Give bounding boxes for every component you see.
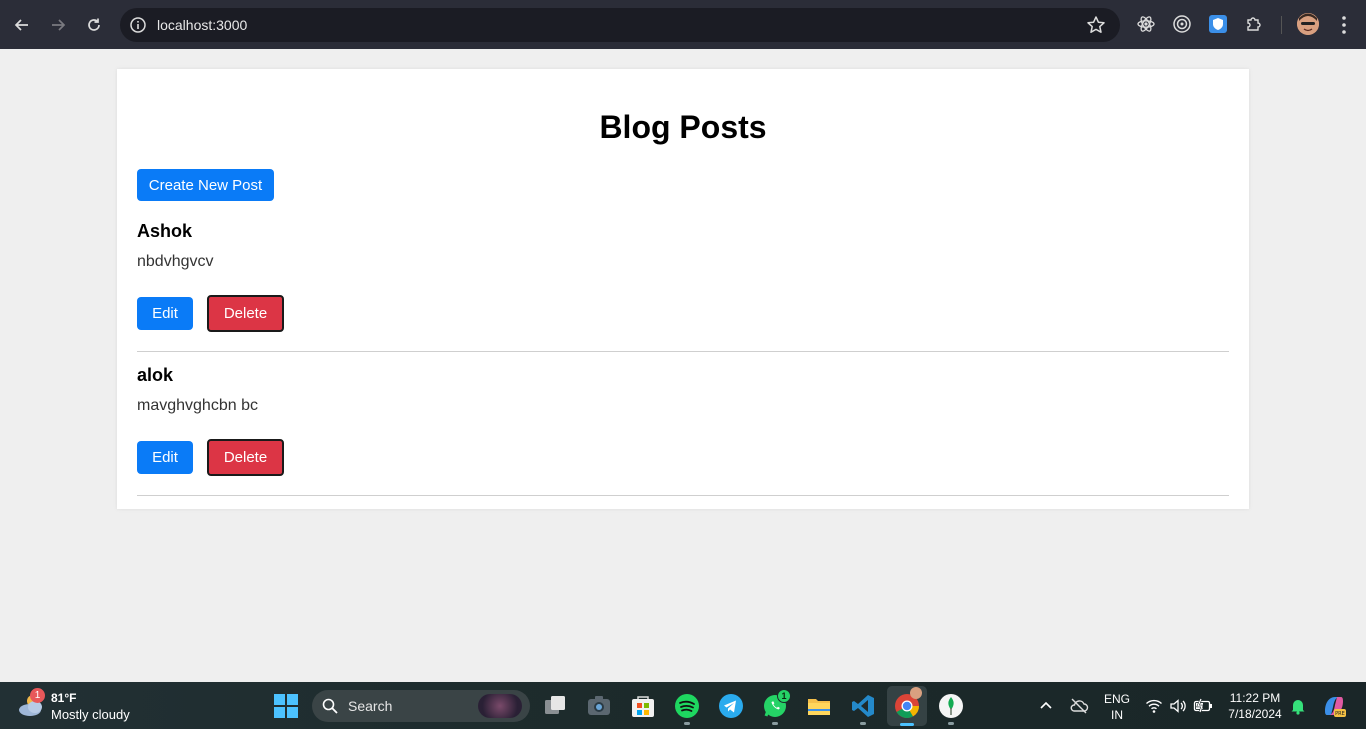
search-highlight-image bbox=[478, 694, 522, 718]
vscode-icon[interactable] bbox=[850, 693, 876, 719]
wifi-icon[interactable] bbox=[1145, 697, 1163, 715]
mongodb-running-indicator bbox=[948, 722, 954, 725]
task-view-icon[interactable] bbox=[542, 693, 568, 719]
svg-text:PRE: PRE bbox=[1335, 711, 1345, 717]
file-explorer-icon[interactable] bbox=[806, 693, 832, 719]
language-region: IN bbox=[1111, 708, 1123, 722]
profile-avatar[interactable] bbox=[1297, 13, 1319, 35]
language-code[interactable]: ENG bbox=[1099, 692, 1135, 706]
address-bar[interactable]: localhost:3000 bbox=[120, 8, 1120, 42]
post-title: Ashok bbox=[137, 221, 193, 241]
copilot-icon[interactable]: PRE bbox=[1321, 693, 1347, 719]
weather-alert-badge: 1 bbox=[30, 688, 45, 703]
bookmark-star-icon[interactable] bbox=[1086, 15, 1106, 35]
create-post-button[interactable]: Create New Post bbox=[137, 169, 274, 201]
post-title: alok bbox=[137, 365, 174, 385]
delete-post-button[interactable]: Delete bbox=[207, 439, 284, 476]
search-icon bbox=[322, 698, 338, 714]
edit-post-button[interactable]: Edit bbox=[137, 441, 193, 474]
spotify-icon[interactable] bbox=[674, 693, 700, 719]
volume-icon[interactable] bbox=[1169, 697, 1187, 715]
kebab-menu-icon[interactable] bbox=[1334, 14, 1354, 36]
taskbar: 1 81°F Mostly cloudy Search 1 ENG IN 11:… bbox=[0, 682, 1366, 729]
weather-description: Mostly cloudy bbox=[51, 707, 130, 722]
url-text: localhost:3000 bbox=[157, 17, 248, 33]
whatsapp-running-indicator bbox=[772, 722, 778, 725]
shield-extension-icon[interactable] bbox=[1208, 14, 1228, 34]
blog-container: Blog Posts Create New Post Ashok nbdvhgv… bbox=[117, 69, 1249, 509]
forward-button[interactable] bbox=[45, 12, 71, 38]
edit-post-button[interactable]: Edit bbox=[137, 297, 193, 330]
post-content: nbdvhgvcv bbox=[137, 253, 214, 270]
mongodb-compass-icon[interactable] bbox=[938, 693, 964, 719]
chrome-active-tile[interactable] bbox=[887, 686, 927, 726]
post-item: alok mavghvghcbn bc Edit Delete bbox=[137, 365, 1229, 497]
chrome-profile-badge bbox=[910, 687, 922, 699]
post-content: mavghvghcbn bc bbox=[137, 397, 258, 414]
site-info-icon[interactable] bbox=[129, 16, 147, 34]
chrome-active-indicator bbox=[900, 723, 914, 726]
post-item: Ashok nbdvhgvcv Edit Delete bbox=[137, 221, 1229, 353]
clock-date: 7/18/2024 bbox=[1228, 707, 1282, 721]
telegram-icon[interactable] bbox=[718, 693, 744, 719]
extensions-puzzle-icon[interactable] bbox=[1244, 14, 1264, 34]
cloud-offline-icon[interactable] bbox=[1069, 697, 1089, 715]
page-title: Blog Posts bbox=[599, 109, 767, 145]
back-button[interactable] bbox=[9, 12, 35, 38]
reload-button[interactable] bbox=[81, 12, 107, 38]
post-divider bbox=[137, 495, 1229, 496]
battery-charging-icon[interactable] bbox=[1193, 697, 1213, 715]
reload-icon bbox=[88, 18, 100, 31]
chevron-up-icon[interactable] bbox=[1037, 697, 1055, 715]
notification-bell-icon[interactable] bbox=[1290, 697, 1306, 715]
microsoft-store-icon[interactable] bbox=[630, 693, 656, 719]
whatsapp-unread-badge: 1 bbox=[777, 689, 791, 703]
browser-toolbar: localhost:3000 bbox=[0, 0, 1366, 49]
weather-temperature: 81°F bbox=[51, 691, 77, 705]
delete-post-button[interactable]: Delete bbox=[207, 295, 284, 332]
search-label: Search bbox=[348, 698, 393, 714]
react-devtools-icon[interactable] bbox=[1136, 14, 1156, 34]
windows-start-icon[interactable] bbox=[273, 693, 299, 719]
arrow-left-icon bbox=[14, 19, 28, 31]
spotify-running-indicator bbox=[684, 722, 690, 725]
taskbar-search[interactable]: Search bbox=[312, 690, 530, 722]
post-divider bbox=[137, 351, 1229, 352]
toolbar-divider bbox=[1281, 16, 1282, 34]
clock-time[interactable]: 11:22 PM bbox=[1224, 691, 1286, 705]
camera-app-icon[interactable] bbox=[586, 693, 612, 719]
arrow-right-icon bbox=[52, 19, 66, 31]
profile-face-icon bbox=[1297, 13, 1319, 35]
vscode-running-indicator bbox=[860, 722, 866, 725]
target-extension-icon[interactable] bbox=[1172, 14, 1192, 34]
